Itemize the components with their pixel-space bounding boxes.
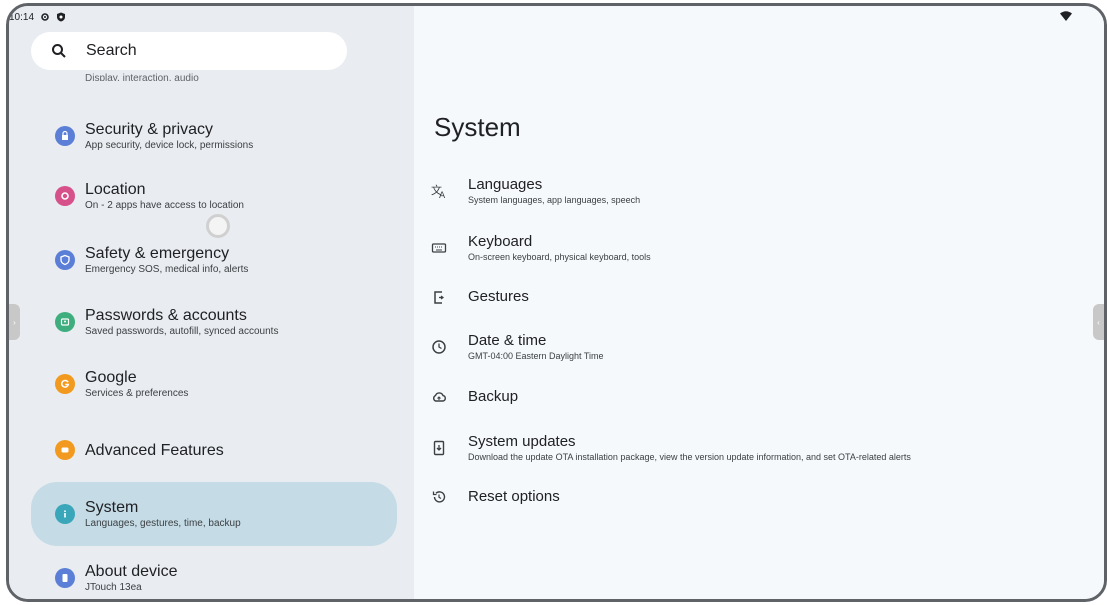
setting-date-time[interactable]: Date & time GMT-04:00 Eastern Daylight Ti…: [430, 330, 1070, 364]
lock-icon: [55, 126, 75, 146]
sidebar-item-about-device[interactable]: About device JTouch 13ea: [31, 546, 397, 599]
setting-subtitle: System languages, app languages, speech: [468, 195, 641, 205]
sidebar-item-advanced-features[interactable]: Advanced Features: [31, 418, 397, 482]
setting-title: Date & time: [468, 332, 547, 349]
advanced-features-icon: [55, 440, 75, 460]
search-bar[interactable]: Search: [31, 32, 347, 70]
status-bar: 10:14: [9, 10, 66, 24]
sidebar-item-subtitle: Services & preferences: [85, 387, 189, 399]
sidebar-item-subtitle: App security, device lock, permissions: [85, 139, 254, 151]
sidebar-item-title: Safety & emergency: [85, 244, 230, 262]
sidebar-item-title: Google: [85, 368, 137, 386]
system-update-icon: [430, 439, 448, 457]
setting-languages[interactable]: 文A Languages System languages, app langua…: [430, 174, 1070, 208]
cloud-backup-icon: [430, 388, 448, 406]
cutoff-subtitle: Display, interaction, audio: [85, 73, 199, 81]
sidebar-item-title: System: [85, 498, 139, 516]
sidebar-item-subtitle: Emergency SOS, medical info, alerts: [85, 263, 249, 275]
shield-status-icon: [57, 12, 66, 22]
setting-title: Languages: [468, 176, 543, 193]
setting-subtitle: GMT-04:00 Eastern Daylight Time: [468, 351, 604, 361]
search-label: Search: [86, 42, 137, 59]
setting-subtitle: On-screen keyboard, physical keyboard, t…: [468, 252, 651, 262]
setting-title: System updates: [468, 433, 576, 450]
info-icon: [55, 504, 75, 524]
settings-sidebar: Search Display, interaction, audio Secur…: [9, 6, 414, 599]
translate-icon: 文A: [430, 182, 448, 200]
svg-text:A: A: [439, 191, 446, 199]
sidebar-item-google[interactable]: Google Services & preferences: [31, 352, 397, 416]
reset-icon: [430, 488, 448, 506]
settings-gear-icon: [41, 13, 49, 21]
search-icon: [52, 44, 66, 58]
account-icon: [55, 312, 75, 332]
google-icon: [55, 374, 75, 394]
setting-title: Gestures: [468, 288, 529, 305]
sidebar-item-subtitle: On - 2 apps have access to location: [85, 199, 244, 211]
setting-backup[interactable]: Backup: [430, 385, 1070, 409]
setting-title: Backup: [468, 388, 519, 405]
setting-system-updates[interactable]: System updates Download the update OTA in…: [430, 431, 1070, 465]
sidebar-item-title: Location: [85, 180, 146, 198]
page-title: System: [434, 112, 521, 142]
device-frame: 10:14 Search Display, interaction, audio…: [6, 3, 1107, 602]
wifi-icon: [1060, 11, 1072, 21]
status-time: 10:14: [9, 11, 35, 23]
sidebar-item-title: Passwords & accounts: [85, 306, 247, 324]
sidebar-item-subtitle: Languages, gestures, time, backup: [85, 517, 241, 529]
left-edge-handle[interactable]: ›: [9, 304, 20, 340]
clock-icon: [430, 338, 448, 356]
touch-indicator: [206, 214, 230, 238]
setting-title: Keyboard: [468, 233, 533, 250]
sidebar-item-title: About device: [85, 562, 178, 580]
setting-reset-options[interactable]: Reset options: [430, 485, 1070, 509]
sidebar-item-subtitle: Saved passwords, autofill, synced accoun…: [85, 325, 279, 337]
keyboard-icon: [430, 239, 448, 257]
setting-gestures[interactable]: Gestures: [430, 285, 1070, 309]
setting-keyboard[interactable]: Keyboard On-screen keyboard, physical key…: [430, 231, 1070, 265]
sidebar-item-subtitle: JTouch 13ea: [85, 581, 142, 593]
sidebar-item-system[interactable]: System Languages, gestures, time, backup: [31, 482, 397, 546]
system-settings-panel: System 文A Languages System languages, app…: [414, 6, 1104, 599]
sidebar-item-title: Security & privacy: [85, 120, 214, 138]
setting-subtitle: Download the update OTA installation pac…: [468, 452, 911, 462]
setting-title: Reset options: [468, 488, 560, 505]
sidebar-item-passwords-accounts[interactable]: Passwords & accounts Saved passwords, aut…: [31, 290, 397, 354]
shield-icon: [55, 250, 75, 270]
device-icon: [55, 568, 75, 588]
gestures-icon: [430, 288, 448, 306]
sidebar-item-title: Advanced Features: [85, 441, 224, 459]
location-pin-icon: [55, 186, 75, 206]
sidebar-item-security-privacy[interactable]: Security & privacy App security, device l…: [31, 104, 397, 168]
right-edge-handle[interactable]: ‹: [1093, 304, 1104, 340]
